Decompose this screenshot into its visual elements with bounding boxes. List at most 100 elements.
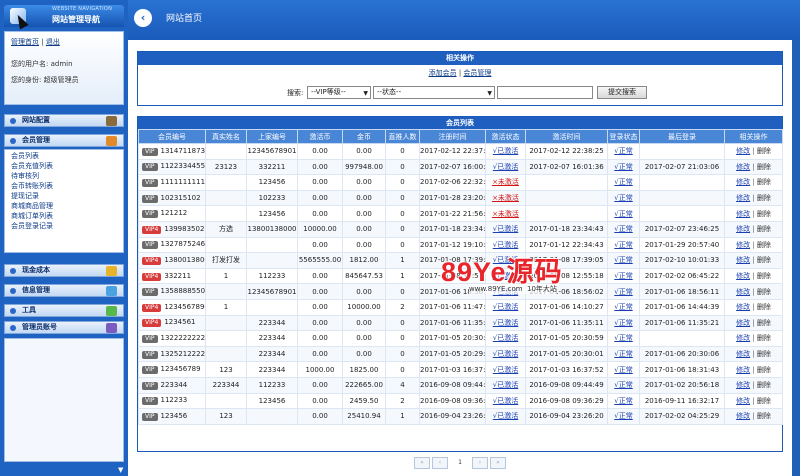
activation-status-cell[interactable]: √已激活 [485, 392, 526, 410]
login-status-cell[interactable]: √正常 [607, 376, 640, 394]
current-page[interactable]: 1 [452, 457, 468, 469]
nav-site-config[interactable]: 网站配置 [4, 114, 124, 127]
delete-link[interactable]: 删除 [757, 288, 771, 296]
login-status-cell[interactable]: √正常 [607, 205, 640, 222]
submenu-product-manage[interactable]: 商城商品管理 [11, 201, 123, 211]
edit-link[interactable]: 修改 [736, 397, 750, 405]
edit-link[interactable]: 修改 [736, 210, 750, 218]
login-status[interactable]: √正常 [614, 225, 632, 233]
activation-status[interactable]: √已激活 [493, 334, 518, 342]
delete-link[interactable]: 删除 [757, 412, 771, 420]
submenu-withdraw-records[interactable]: 提现记录 [11, 191, 123, 201]
edit-link[interactable]: 修改 [736, 350, 750, 358]
scroll-down-icon[interactable]: ▼ [118, 466, 123, 474]
activation-status-cell[interactable]: ×未激活 [485, 174, 526, 191]
activation-status-cell[interactable]: √已激活 [485, 143, 526, 160]
login-status-cell[interactable]: √正常 [607, 174, 640, 191]
login-status[interactable]: √正常 [614, 241, 632, 249]
login-status[interactable]: √正常 [614, 163, 632, 171]
delete-link[interactable]: 删除 [757, 241, 771, 249]
activation-status-cell[interactable]: √已激活 [485, 158, 526, 176]
activation-status[interactable]: √已激活 [493, 163, 518, 171]
delete-link[interactable]: 删除 [757, 210, 771, 218]
activation-status[interactable]: √已激活 [493, 350, 518, 358]
edit-link[interactable]: 修改 [736, 412, 750, 420]
login-status-cell[interactable]: √正常 [607, 361, 640, 378]
activation-status-cell[interactable]: √已激活 [485, 220, 526, 238]
login-status-cell[interactable]: √正常 [607, 158, 640, 176]
edit-link[interactable]: 修改 [736, 366, 750, 374]
edit-link[interactable]: 修改 [736, 256, 750, 264]
nav-member-manage[interactable]: 会员管理 [4, 134, 124, 147]
login-status-cell[interactable]: √正常 [607, 314, 640, 332]
activation-status[interactable]: ×未激活 [492, 178, 519, 186]
activation-status-cell[interactable]: √已激活 [485, 298, 526, 316]
status-select[interactable]: --状态-- ▼ [373, 86, 495, 99]
login-status[interactable]: √正常 [614, 147, 632, 155]
login-status[interactable]: √正常 [614, 303, 632, 311]
login-status-cell[interactable]: √正常 [607, 345, 640, 363]
login-status[interactable]: √正常 [614, 178, 632, 186]
edit-link[interactable]: 修改 [736, 381, 750, 389]
nav-info-manage[interactable]: 信息管理 [4, 284, 124, 297]
next-page-button[interactable]: › [472, 457, 488, 469]
login-status-cell[interactable]: √正常 [607, 330, 640, 347]
edit-link[interactable]: 修改 [736, 147, 750, 155]
nav-admin-account[interactable]: 管理员账号 [4, 321, 124, 334]
nav-tools[interactable]: 工具 [4, 304, 124, 317]
delete-link[interactable]: 删除 [757, 225, 771, 233]
edit-link[interactable]: 修改 [736, 178, 750, 186]
delete-link[interactable]: 删除 [757, 272, 771, 280]
add-member-link[interactable]: 添加会员 [429, 69, 457, 77]
login-status[interactable]: √正常 [614, 210, 632, 218]
edit-link[interactable]: 修改 [736, 241, 750, 249]
delete-link[interactable]: 删除 [757, 381, 771, 389]
login-status[interactable]: √正常 [614, 350, 632, 358]
edit-link[interactable]: 修改 [736, 272, 750, 280]
edit-link[interactable]: 修改 [736, 194, 750, 202]
edit-link[interactable]: 修改 [736, 334, 750, 342]
prev-page-button[interactable]: ‹ [432, 457, 448, 469]
edit-link[interactable]: 修改 [736, 303, 750, 311]
activation-status-cell[interactable]: √已激活 [485, 345, 526, 363]
login-status-cell[interactable]: √正常 [607, 189, 640, 207]
submenu-order-list[interactable]: 商城订单列表 [11, 211, 123, 221]
vip-level-select[interactable]: --VIP等级-- ▼ [307, 86, 371, 99]
back-button[interactable]: ‹ [134, 9, 152, 27]
submenu-pending-review[interactable]: 待审核列 [11, 171, 123, 181]
activation-status-cell[interactable]: √已激活 [485, 314, 526, 332]
activation-status[interactable]: √已激活 [493, 241, 518, 249]
logout-link[interactable]: 退出 [46, 38, 60, 46]
submenu-coin-transfer[interactable]: 会币转账列表 [11, 181, 123, 191]
activation-status-cell[interactable]: √已激活 [485, 361, 526, 378]
submenu-recharge-list[interactable]: 会员充值列表 [11, 161, 123, 171]
activation-status[interactable]: √已激活 [493, 397, 518, 405]
login-status[interactable]: √正常 [614, 319, 632, 327]
delete-link[interactable]: 删除 [757, 350, 771, 358]
activation-status[interactable]: ×未激活 [492, 194, 519, 202]
activation-status[interactable]: √已激活 [493, 225, 518, 233]
delete-link[interactable]: 删除 [757, 397, 771, 405]
login-status[interactable]: √正常 [614, 412, 632, 420]
login-status[interactable]: √正常 [614, 334, 632, 342]
edit-link[interactable]: 修改 [736, 319, 750, 327]
activation-status[interactable]: √已激活 [493, 366, 518, 374]
delete-link[interactable]: 删除 [757, 256, 771, 264]
submenu-login-records[interactable]: 会员登录记录 [11, 221, 123, 231]
login-status-cell[interactable]: √正常 [607, 143, 640, 160]
activation-status[interactable]: ×未激活 [492, 210, 519, 218]
activation-status[interactable]: √已激活 [493, 147, 518, 155]
login-status-cell[interactable]: √正常 [607, 298, 640, 316]
delete-link[interactable]: 删除 [757, 178, 771, 186]
delete-link[interactable]: 删除 [757, 147, 771, 155]
submenu-member-list[interactable]: 会员列表 [11, 151, 123, 161]
first-page-button[interactable]: « [414, 457, 430, 469]
activation-status-cell[interactable]: √已激活 [485, 376, 526, 394]
login-status-cell[interactable]: √正常 [607, 408, 640, 425]
activation-status[interactable]: √已激活 [493, 381, 518, 389]
activation-status-cell[interactable]: √已激活 [485, 408, 526, 425]
login-status[interactable]: √正常 [614, 381, 632, 389]
delete-link[interactable]: 删除 [757, 366, 771, 374]
login-status-cell[interactable]: √正常 [607, 392, 640, 410]
delete-link[interactable]: 删除 [757, 303, 771, 311]
